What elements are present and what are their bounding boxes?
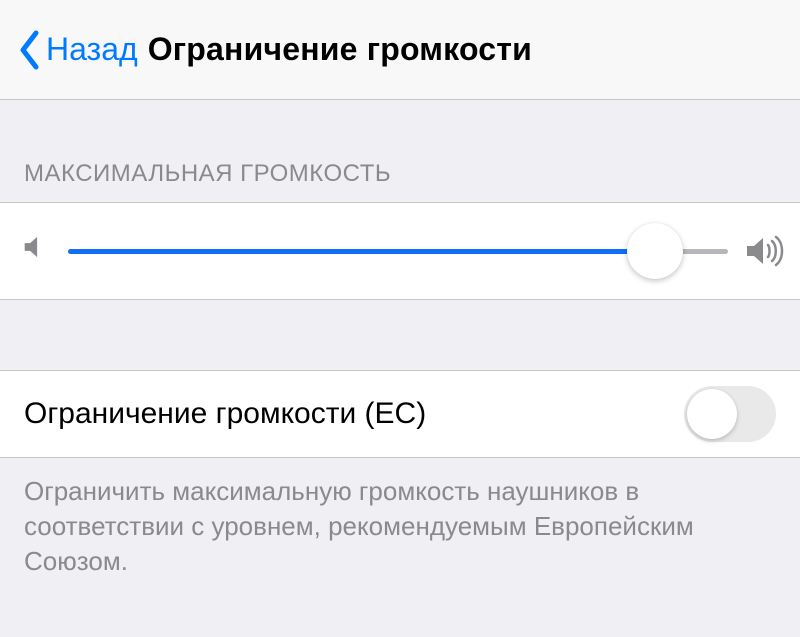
slider-fill [68,249,655,254]
slider-thumb[interactable] [627,223,683,279]
eu-volume-limit-footer: Ограничить максимальную громкость наушни… [0,458,800,595]
speaker-max-icon [744,233,780,269]
navigation-bar: Назад Ограничение громкости [0,0,800,100]
eu-volume-limit-switch[interactable] [684,386,776,442]
back-button[interactable]: Назад [18,30,138,70]
page-title: Ограничение громкости [148,31,532,68]
speaker-min-icon [20,233,56,269]
eu-volume-limit-label: Ограничение громкости (ЕС) [24,397,426,431]
eu-volume-limit-row: Ограничение громкости (ЕС) [0,370,800,458]
section-header-max-volume: МАКСИМАЛЬНАЯ ГРОМКОСТЬ [0,100,800,202]
switch-knob [687,389,737,439]
chevron-left-icon [18,30,40,70]
volume-slider-row [0,202,800,300]
section-gap [0,300,800,370]
back-label: Назад [46,31,138,68]
volume-slider[interactable] [68,221,728,281]
